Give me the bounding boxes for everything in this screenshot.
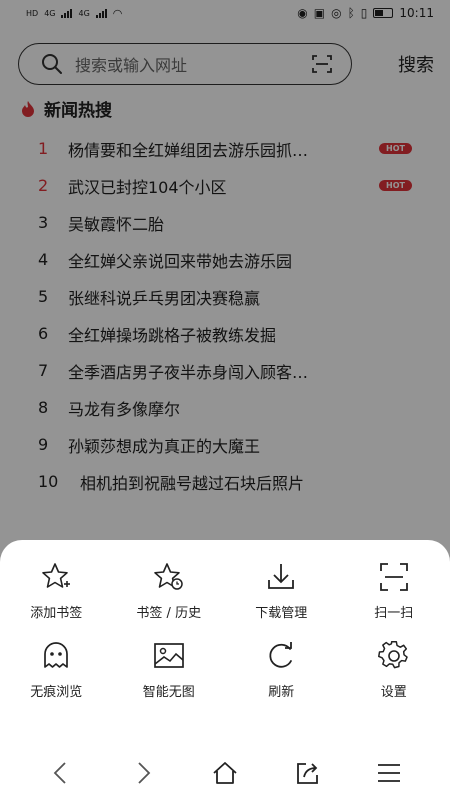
download-icon (268, 564, 295, 589)
menu-item-label: 无痕浏览 (30, 685, 83, 700)
menu-grid: 添加书签 书签 / 历史 下载管理 扫一扫 无痕浏览 智能无图 刷新 设置 (0, 560, 450, 700)
forward-icon (138, 762, 151, 784)
refresh-icon (269, 642, 293, 668)
gear-icon (377, 641, 408, 669)
menu-item-label: 添加书签 (30, 606, 83, 621)
image-icon (153, 643, 184, 668)
download-manager-button[interactable]: 下载管理 (225, 560, 338, 621)
menu-icon (378, 764, 400, 782)
add-bookmark-button[interactable]: 添加书签 (0, 560, 113, 621)
settings-button[interactable]: 设置 (338, 639, 450, 700)
home-icon (213, 762, 237, 784)
ghost-icon (44, 642, 69, 668)
share-icon (297, 763, 318, 784)
menu-item-label: 下载管理 (255, 606, 308, 621)
share-button[interactable] (287, 753, 327, 793)
menu-item-label: 设置 (380, 685, 407, 700)
back-icon (53, 762, 66, 784)
bookmarks-history-button[interactable]: 书签 / 历史 (113, 560, 226, 621)
menu-item-label: 刷新 (268, 685, 295, 700)
forward-button[interactable] (123, 753, 163, 793)
menu-button[interactable] (369, 753, 409, 793)
menu-bottom-sheet: 添加书签 书签 / 历史 下载管理 扫一扫 无痕浏览 智能无图 刷新 设置 (0, 540, 450, 800)
incognito-button[interactable]: 无痕浏览 (0, 639, 113, 700)
scan-icon (379, 563, 408, 591)
bottom-nav-bar (0, 750, 450, 796)
scan-button[interactable]: 扫一扫 (338, 560, 450, 621)
menu-item-label: 智能无图 (142, 685, 195, 700)
menu-item-label: 书签 / 历史 (136, 606, 202, 621)
no-image-mode-button[interactable]: 智能无图 (113, 639, 226, 700)
menu-item-label: 扫一扫 (374, 606, 414, 621)
star-clock-icon (153, 563, 183, 590)
back-button[interactable] (41, 753, 81, 793)
star-plus-icon (42, 563, 71, 588)
refresh-button[interactable]: 刷新 (225, 639, 338, 700)
home-button[interactable] (205, 753, 245, 793)
